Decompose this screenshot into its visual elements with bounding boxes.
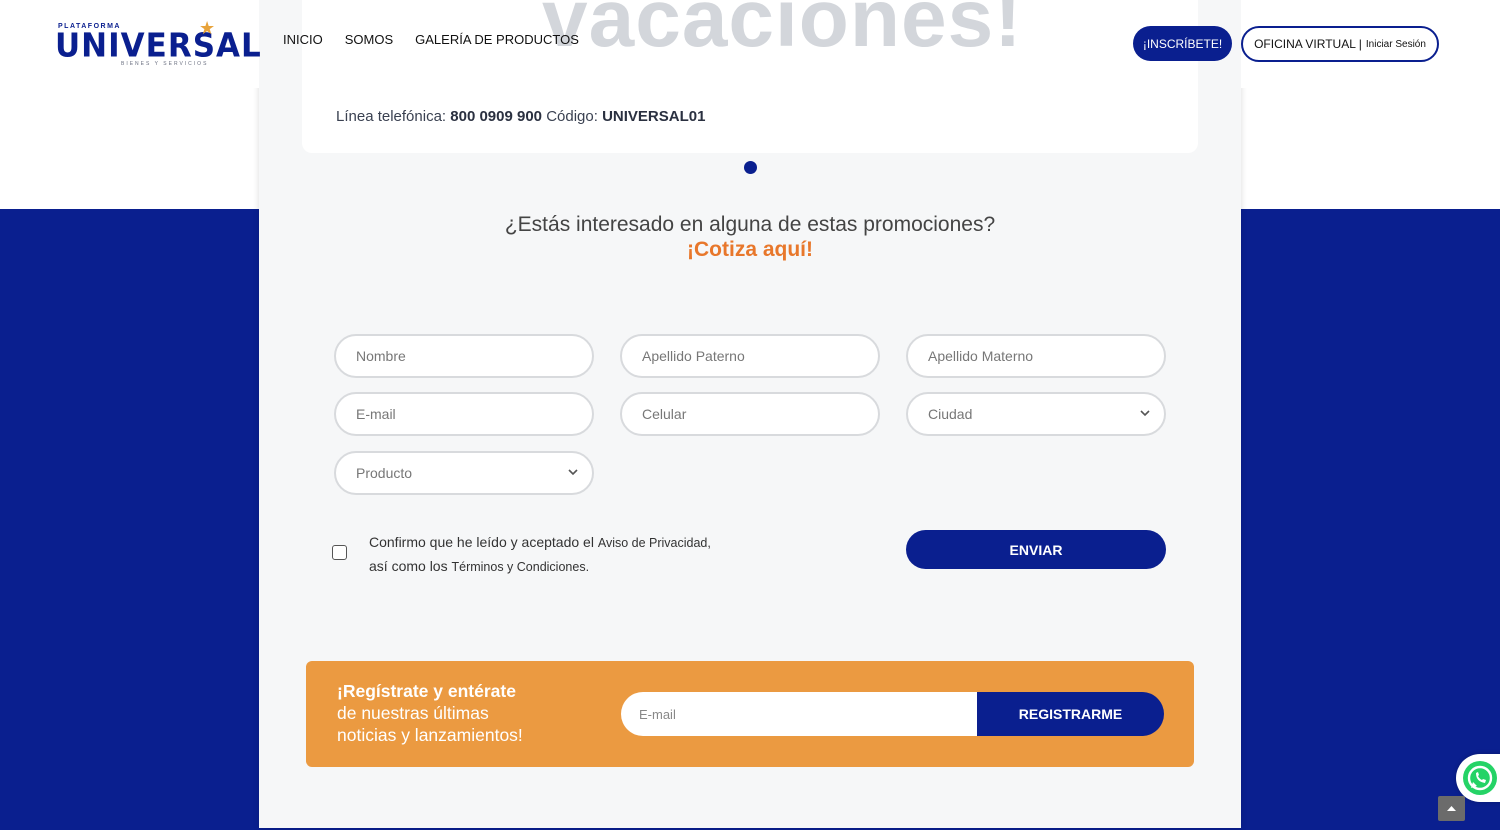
nav-item-somos[interactable]: SOMOS — [345, 32, 393, 47]
producto-value: Producto — [356, 465, 413, 481]
scroll-top-button[interactable] — [1438, 796, 1465, 821]
email-placeholder: E-mail — [356, 406, 396, 422]
celular-placeholder: Celular — [642, 406, 687, 422]
apellido-paterno-input[interactable]: Apellido Paterno — [620, 334, 880, 378]
newsletter-text: ¡Regístrate y entérate de nuestras últim… — [337, 680, 523, 746]
inscribete-button[interactable]: ¡INSCRÍBETE! — [1133, 26, 1232, 61]
consent-text-1: Confirmo que he leído y aceptado el — [369, 534, 594, 550]
nombre-placeholder: Nombre — [356, 348, 406, 364]
apellido-materno-placeholder: Apellido Materno — [928, 348, 1034, 364]
whatsapp-button[interactable] — [1456, 754, 1500, 802]
code-label: Código: — [546, 108, 598, 125]
ciudad-select[interactable]: Ciudad — [906, 392, 1166, 436]
apellido-paterno-placeholder: Apellido Paterno — [642, 348, 745, 364]
newsletter-line-3: noticias y lanzamientos! — [337, 725, 523, 745]
chevron-down-icon — [1140, 410, 1150, 417]
terms-link[interactable]: Términos y Condiciones. — [451, 560, 589, 574]
newsletter-headline: ¡Regístrate y entérate — [337, 681, 516, 701]
apellido-materno-input[interactable]: Apellido Materno — [906, 334, 1166, 378]
nav-item-inicio[interactable]: INICIO — [283, 32, 323, 47]
privacy-link[interactable]: Aviso de Privacidad, — [598, 536, 711, 550]
main-nav: INICIO SOMOS GALERÍA DE PRODUCTOS — [283, 32, 579, 47]
consent-text-2: así como los — [369, 558, 448, 574]
registrarme-button[interactable]: REGISTRARME — [977, 692, 1164, 736]
promo-contact-line: Línea telefónica: 800 0909 900 Código: U… — [336, 108, 705, 125]
email-input[interactable]: E-mail — [334, 392, 594, 436]
phone-number: 800 0909 900 — [450, 108, 543, 125]
star-icon: ★ — [199, 18, 216, 38]
producto-select[interactable]: Producto — [334, 451, 594, 495]
enviar-button[interactable]: ENVIAR — [906, 530, 1166, 569]
nav-item-galeria[interactable]: GALERÍA DE PRODUCTOS — [415, 32, 579, 47]
quote-subtitle: ¡Cotiza aquí! — [687, 238, 813, 261]
site-header: PLATAFORMA UNIVERSAL ★ BIENES Y SERVICIO… — [0, 0, 1500, 88]
celular-input[interactable]: Celular — [620, 392, 880, 436]
nombre-input[interactable]: Nombre — [334, 334, 594, 378]
chevron-down-icon — [568, 469, 578, 476]
logo-sub-text: BIENES Y SERVICIOS — [121, 61, 209, 67]
quote-title: ¿Estás interesado en alguna de estas pro… — [504, 213, 996, 236]
newsletter-email-placeholder: E-mail — [639, 706, 676, 722]
phone-label: Línea telefónica: — [336, 108, 447, 125]
oficina-label: OFICINA VIRTUAL | — [1254, 37, 1362, 51]
logo-main-text: UNIVERSAL — [55, 27, 262, 65]
oficina-virtual-button[interactable]: OFICINA VIRTUAL | Iniciar Sesión — [1241, 26, 1439, 62]
arrow-up-icon — [1447, 806, 1456, 811]
promo-code: UNIVERSAL01 — [602, 108, 706, 125]
site-logo[interactable]: PLATAFORMA UNIVERSAL ★ BIENES Y SERVICIO… — [55, 18, 261, 70]
carousel-dot[interactable] — [744, 161, 757, 174]
consent-text: Confirmo que he leído y aceptado el Avis… — [369, 531, 749, 579]
newsletter-email-input[interactable]: E-mail — [621, 692, 981, 736]
consent-checkbox[interactable] — [332, 545, 347, 560]
newsletter-line-2: de nuestras últimas — [337, 703, 489, 723]
whatsapp-icon — [1463, 761, 1497, 795]
iniciar-sesion-label: Iniciar Sesión — [1365, 38, 1426, 50]
newsletter-banner: ¡Regístrate y entérate de nuestras últim… — [306, 661, 1194, 767]
ciudad-value: Ciudad — [928, 406, 973, 422]
